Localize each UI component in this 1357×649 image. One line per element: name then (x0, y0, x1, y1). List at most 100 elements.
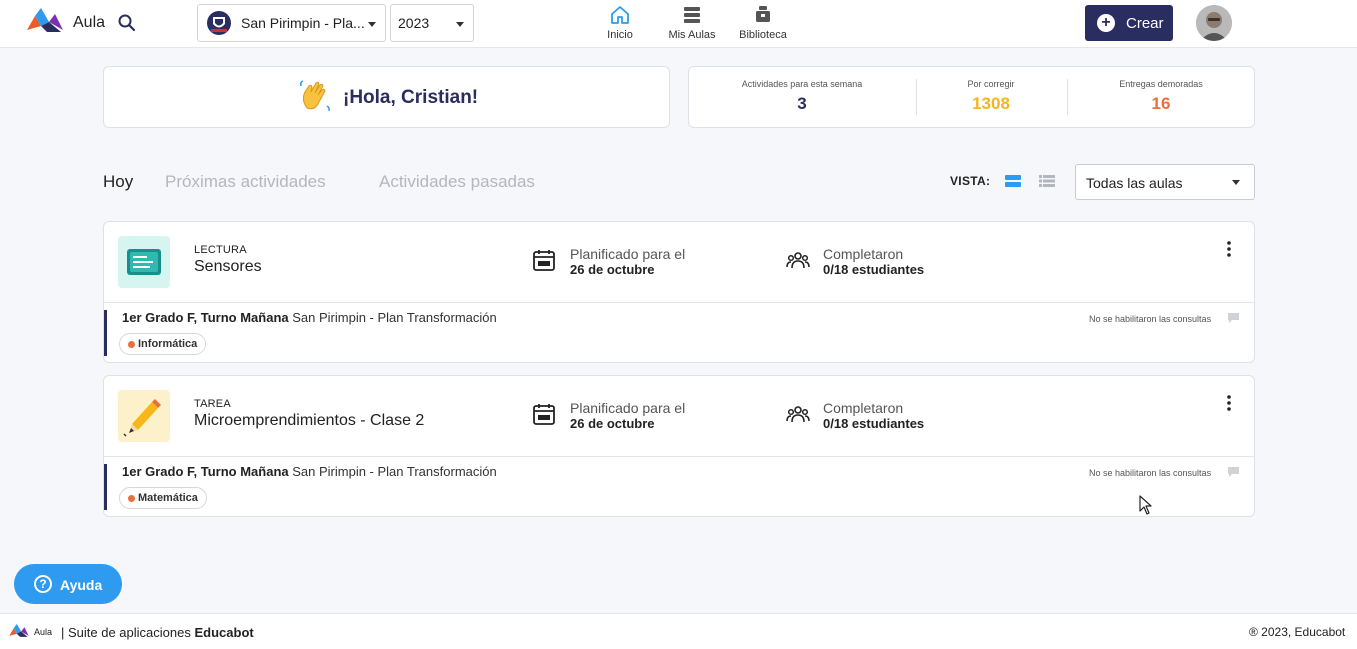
classroom-filter-select[interactable]: Todas las aulas (1075, 164, 1255, 200)
more-options-icon[interactable] (1224, 394, 1234, 412)
activity-thumbnail (118, 390, 170, 442)
school-name: San Pirimpin - Plan Transformación (292, 310, 497, 325)
list-view-icon[interactable] (1038, 174, 1056, 188)
nav-mis-aulas[interactable]: Mis Aulas (663, 2, 721, 46)
nav-mis-aulas-label: Mis Aulas (668, 29, 716, 41)
nav-biblioteca-label: Biblioteca (739, 29, 787, 41)
activity-class: 1er Grado F, Turno Mañana San Pirimpin -… (122, 464, 497, 479)
chat-bubble-icon (1228, 313, 1239, 323)
subject-chip: Informática (119, 333, 207, 355)
stat-label: Actividades para esta semana (741, 79, 863, 89)
calendar-icon (533, 250, 555, 271)
tab-hoy[interactable]: Hoy (103, 172, 133, 192)
avatar-photo (1196, 5, 1232, 41)
completed-label: Completaron (823, 400, 904, 416)
footer-suite: | Suite de aplicaciones Educabot (61, 625, 254, 640)
completed-value: 0/18 estudiantes (823, 262, 925, 277)
stat-value: 1308 (972, 94, 1010, 113)
stat-label: Entregas demoradas (1119, 79, 1203, 89)
chevron-down-icon (456, 22, 464, 27)
create-button-label: Crear (1126, 15, 1164, 32)
year-select-value: 2023 (398, 15, 430, 31)
nav-inicio[interactable]: Inicio (600, 2, 640, 46)
search-icon[interactable] (117, 13, 137, 33)
question-icon: ? (34, 575, 52, 593)
activity-class: 1er Grado F, Turno Mañana San Pirimpin -… (122, 310, 497, 325)
divider (916, 79, 917, 115)
stat-to-grade[interactable]: Por corregir 1308 (941, 67, 1041, 127)
planned-date: 26 de octubre (570, 416, 655, 431)
stats-card: Actividades para esta semana 3 Por corre… (688, 66, 1255, 128)
students-icon (786, 252, 810, 269)
footer-app-name: Aula (34, 627, 53, 637)
nav-biblioteca[interactable]: Biblioteca (735, 2, 791, 46)
chevron-down-icon (1232, 180, 1240, 185)
greeting-text: ¡Hola, Cristian! (343, 87, 479, 108)
subject-chip: Matemática (119, 487, 207, 509)
footer-copyright: ® 2023, Educabot (1249, 625, 1346, 639)
classroom-filter-value: Todas las aulas (1086, 175, 1183, 191)
stat-value: 16 (1151, 94, 1171, 113)
activity-card[interactable]: TAREA Microemprendimientos - Clase 2 Pla… (103, 375, 1255, 517)
activity-title[interactable]: Sensores (194, 258, 262, 276)
consult-status: No se habilitaron las consultas (1089, 468, 1212, 478)
students-icon (786, 406, 810, 423)
activity-type: LECTURA (194, 244, 247, 256)
planned-label: Planificado para el (570, 400, 686, 416)
mouse-cursor-icon (1139, 495, 1152, 515)
school-select[interactable]: San Pirimpin - Pla... (197, 4, 386, 42)
more-options-icon[interactable] (1224, 240, 1234, 258)
class-accent-bar (104, 464, 107, 510)
help-button[interactable]: ? Ayuda (14, 564, 122, 604)
chat-bubble-icon (1228, 467, 1239, 477)
subject-dot (128, 341, 135, 348)
waving-hand-icon (300, 80, 330, 112)
completed-label: Completaron (823, 246, 904, 262)
tab-actividades-pasadas[interactable]: Actividades pasadas (379, 172, 535, 192)
divider (104, 302, 1254, 303)
subject-dot (128, 495, 135, 502)
view-label: VISTA: (950, 174, 991, 188)
subject-label: Matemática (138, 492, 198, 504)
reading-book-icon (127, 249, 161, 275)
create-button[interactable]: + Crear (1085, 5, 1173, 41)
home-icon (611, 6, 629, 24)
user-avatar[interactable] (1196, 5, 1232, 41)
calendar-icon (533, 404, 555, 425)
activity-title[interactable]: Microemprendimientos - Clase 2 (194, 412, 424, 430)
pencil-icon (123, 399, 161, 437)
stat-value: 3 (797, 94, 807, 113)
consult-status: No se habilitaron las consultas (1089, 314, 1212, 324)
tab-proximas-actividades[interactable]: Próximas actividades (165, 172, 326, 192)
year-select[interactable]: 2023 (390, 4, 474, 42)
footer: Aula | Suite de aplicaciones Educabot ® … (0, 613, 1357, 649)
app-name: Aula (73, 14, 106, 31)
divider (104, 456, 1254, 457)
top-bar: Aula San Pirimpin - Pla... 2023 Inicio M… (0, 0, 1357, 48)
stat-weekly-activities[interactable]: Actividades para esta semana 3 (729, 67, 875, 127)
school-name: San Pirimpin - Plan Transformación (292, 464, 497, 479)
class-accent-bar (104, 310, 107, 356)
footer-brand: Educabot (194, 625, 254, 640)
activity-thumbnail (118, 236, 170, 288)
classrooms-icon (684, 7, 700, 23)
library-icon (756, 6, 770, 22)
school-shield-icon (207, 11, 231, 35)
planned-date: 26 de octubre (570, 262, 655, 277)
aula-logo-icon[interactable] (25, 8, 65, 34)
planned-label: Planificado para el (570, 246, 686, 262)
stat-late-deliveries[interactable]: Entregas demoradas 16 (1101, 67, 1221, 127)
greeting-card: ¡Hola, Cristian! (103, 66, 670, 128)
footer-suite-prefix: | Suite de aplicaciones (61, 625, 191, 640)
divider (1067, 79, 1068, 115)
help-button-label: Ayuda (60, 577, 103, 593)
plus-icon: + (1097, 14, 1115, 32)
activity-type: TAREA (194, 398, 231, 410)
aula-logo-icon (9, 624, 29, 637)
chevron-down-icon (368, 22, 376, 27)
subject-label: Informática (138, 338, 198, 350)
nav-inicio-label: Inicio (607, 29, 633, 41)
class-name: 1er Grado F, Turno Mañana (122, 464, 289, 479)
activity-card[interactable]: LECTURA Sensores Planificado para el 26 … (103, 221, 1255, 363)
card-view-icon[interactable] (1004, 174, 1022, 188)
